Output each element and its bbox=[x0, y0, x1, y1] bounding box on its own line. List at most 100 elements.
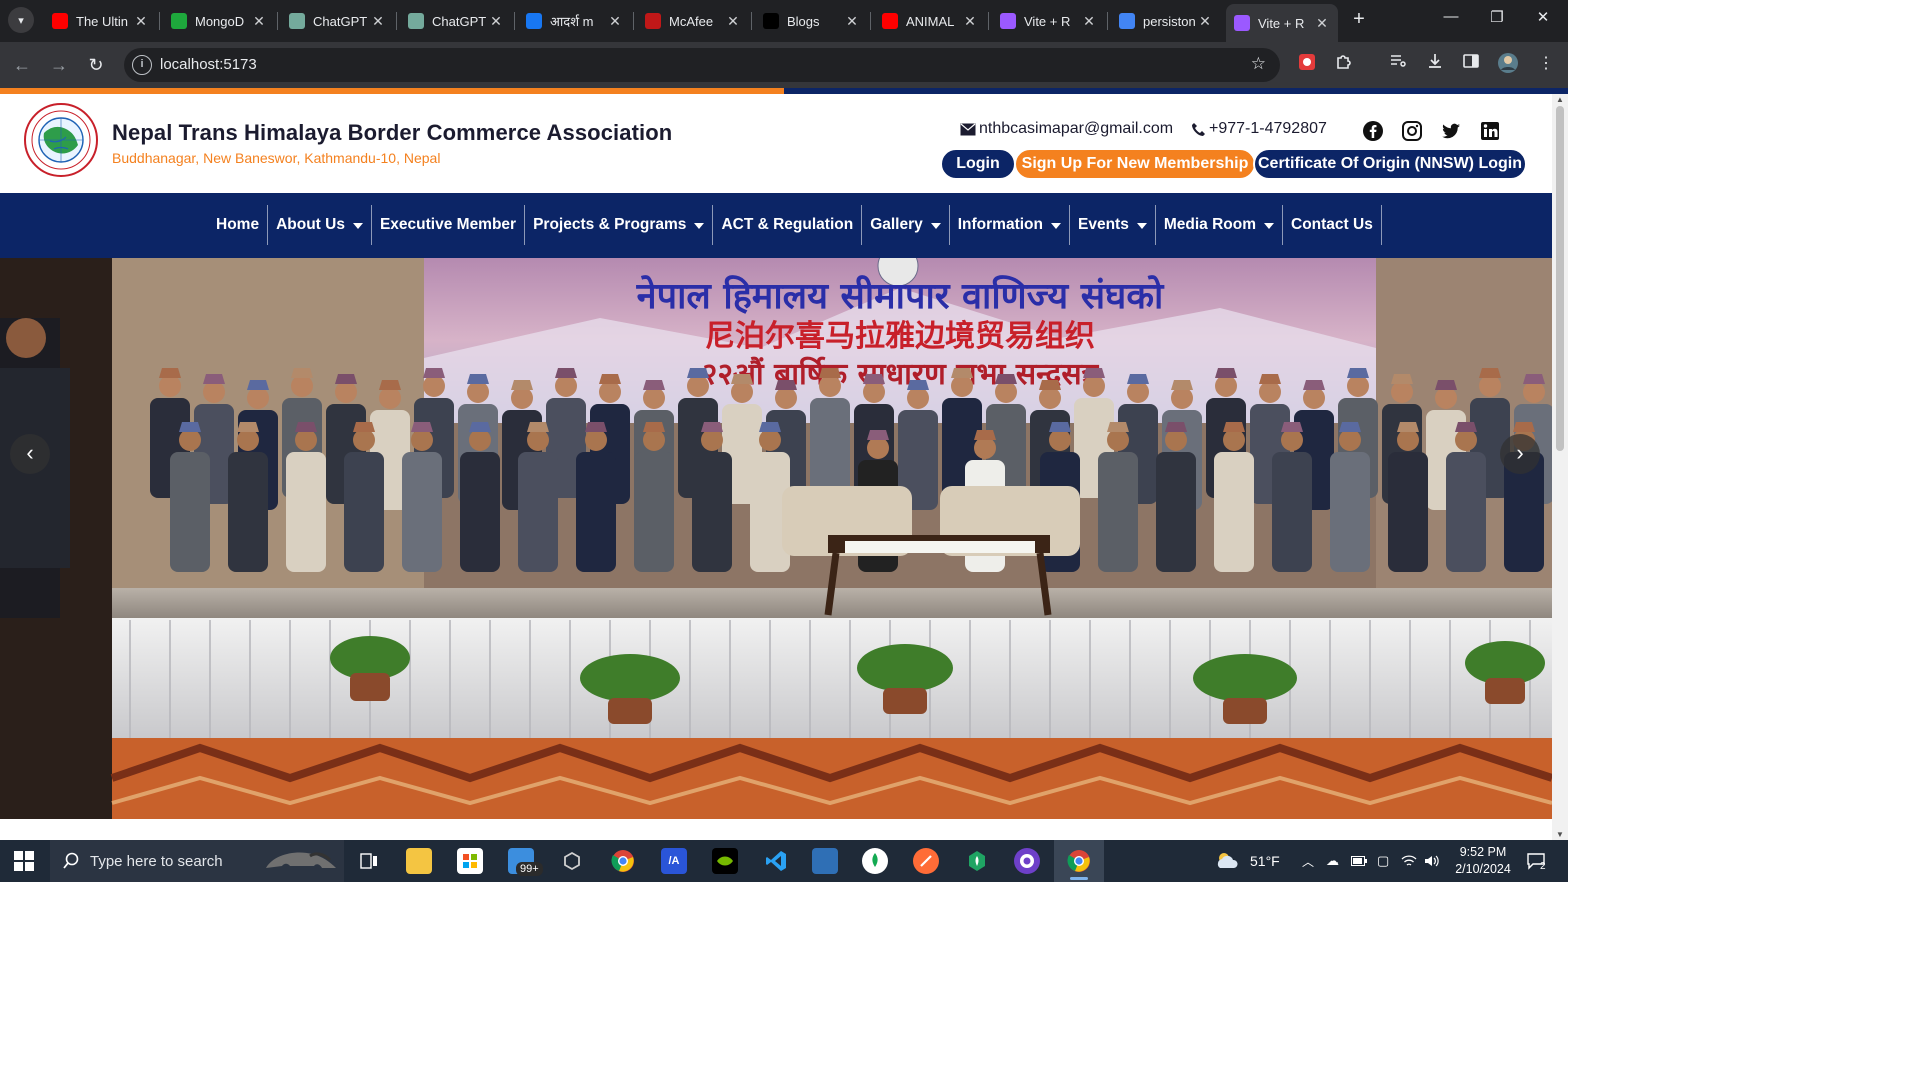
browser-tab[interactable]: आदर्श m ✕ bbox=[518, 6, 631, 36]
nav-item-contact-us[interactable]: Contact Us bbox=[1283, 205, 1382, 245]
unity-app-icon[interactable] bbox=[559, 848, 585, 874]
login-button[interactable]: Login bbox=[940, 148, 1016, 180]
new-tab-button[interactable]: + bbox=[1348, 9, 1370, 31]
carousel-prev-button[interactable]: ‹ bbox=[10, 434, 50, 474]
bookmark-star-icon[interactable]: ☆ bbox=[1251, 54, 1266, 74]
sql-server-icon[interactable] bbox=[812, 848, 838, 874]
carousel-next-button[interactable]: › bbox=[1500, 434, 1540, 474]
notifications-icon[interactable]: 2 bbox=[1526, 840, 1546, 882]
show-hidden-icons-chevron-icon[interactable]: ︿ bbox=[1302, 840, 1314, 882]
browser-tab[interactable]: ChatGPT ✕ bbox=[281, 6, 394, 36]
taskbar-search-box[interactable]: Type here to search bbox=[50, 840, 344, 882]
nav-item-executive-member[interactable]: Executive Member bbox=[372, 205, 526, 245]
facebook-icon[interactable] bbox=[1362, 120, 1384, 142]
close-tab-icon[interactable]: ✕ bbox=[725, 13, 741, 30]
browser-tab[interactable]: Blogs ✕ bbox=[755, 6, 868, 36]
email-text[interactable]: nthbcasimapar@gmail.com bbox=[979, 120, 1173, 138]
nav-item-label[interactable]: About Us bbox=[276, 216, 345, 234]
profile-avatar-icon[interactable] bbox=[1496, 52, 1520, 76]
close-tab-icon[interactable]: ✕ bbox=[1314, 15, 1330, 32]
tab-title[interactable]: McAfee bbox=[669, 14, 725, 29]
minimize-button[interactable]: — bbox=[1428, 8, 1474, 32]
browser-tab[interactable]: The Ultin ✕ bbox=[44, 6, 157, 36]
site-info-icon[interactable]: i bbox=[132, 55, 152, 75]
nav-item-gallery[interactable]: Gallery bbox=[862, 205, 950, 245]
close-tab-icon[interactable]: ✕ bbox=[962, 13, 978, 30]
nav-item-information[interactable]: Information bbox=[950, 205, 1070, 245]
tab-title[interactable]: persiston bbox=[1143, 14, 1197, 29]
back-button[interactable]: ← bbox=[8, 51, 36, 79]
caret-down-icon[interactable] bbox=[930, 223, 941, 229]
caret-down-icon[interactable] bbox=[1136, 223, 1147, 229]
media-controls-icon[interactable] bbox=[1386, 52, 1410, 76]
close-tab-icon[interactable]: ✕ bbox=[844, 13, 860, 30]
nav-item-label[interactable]: ACT & Regulation bbox=[721, 216, 853, 234]
nvidia-icon[interactable] bbox=[712, 848, 738, 874]
volume-icon[interactable] bbox=[1424, 840, 1440, 882]
tab-title[interactable]: ANIMAL bbox=[906, 14, 962, 29]
extensions-puzzle-icon[interactable] bbox=[1332, 52, 1356, 76]
nav-item-label[interactable]: Contact Us bbox=[1291, 216, 1373, 234]
mongodb-icon[interactable] bbox=[964, 848, 990, 874]
close-tab-icon[interactable]: ✕ bbox=[251, 13, 267, 30]
restore-button[interactable]: ❐ bbox=[1474, 8, 1520, 32]
tab-title[interactable]: Vite + R bbox=[1024, 14, 1081, 29]
forward-button[interactable]: → bbox=[45, 51, 73, 79]
browser-tab[interactable]: McAfee ✕ bbox=[637, 6, 749, 36]
close-tab-icon[interactable]: ✕ bbox=[370, 13, 386, 30]
azure-data-studio-icon[interactable]: /A bbox=[661, 848, 687, 874]
nav-item-label[interactable]: Media Room bbox=[1164, 216, 1256, 234]
windows-start-icon[interactable] bbox=[14, 851, 34, 871]
side-panel-icon[interactable] bbox=[1459, 52, 1483, 76]
tab-title[interactable]: MongoD bbox=[195, 14, 251, 29]
email-contact[interactable]: nthbcasimapar@gmail.com bbox=[960, 120, 1173, 138]
vscode-icon[interactable] bbox=[763, 848, 789, 874]
tab-title[interactable]: ChatGPT bbox=[432, 14, 488, 29]
close-tab-icon[interactable]: ✕ bbox=[1197, 13, 1213, 30]
chrome-icon[interactable] bbox=[610, 848, 636, 874]
browser-tab[interactable]: Vite + R ✕ bbox=[992, 6, 1105, 36]
weather-widget[interactable]: 51°F bbox=[1214, 840, 1280, 882]
browser-menu-icon[interactable]: ⋮ bbox=[1534, 52, 1558, 76]
mongodb-compass-icon[interactable] bbox=[862, 848, 888, 874]
tab-title[interactable]: Vite + R bbox=[1258, 16, 1314, 31]
reload-button[interactable]: ↻ bbox=[82, 51, 110, 79]
browser-tab[interactable]: ANIMAL ✕ bbox=[874, 6, 986, 36]
close-window-button[interactable]: ✕ bbox=[1520, 8, 1566, 32]
caret-down-icon[interactable] bbox=[694, 223, 705, 229]
search-placeholder[interactable]: Type here to search bbox=[90, 853, 223, 870]
caret-down-icon[interactable] bbox=[352, 223, 363, 229]
download-icon[interactable] bbox=[1423, 52, 1447, 76]
certificate-origin-login-button[interactable]: Certificate Of Origin (NNSW) Login bbox=[1253, 148, 1527, 180]
signup-membership-button[interactable]: Sign Up For New Membership bbox=[1014, 148, 1256, 180]
browser-tab[interactable]: ChatGPT ✕ bbox=[400, 6, 512, 36]
tab-title[interactable]: आदर्श m bbox=[550, 12, 607, 30]
phone-contact[interactable]: +977-1-4792807 bbox=[1191, 120, 1327, 138]
tab-title[interactable]: Blogs bbox=[787, 14, 844, 29]
browser-tab[interactable]: MongoD ✕ bbox=[163, 6, 275, 36]
microsoft-store-icon[interactable] bbox=[457, 848, 483, 874]
nav-item-label[interactable]: Gallery bbox=[870, 216, 923, 234]
file-explorer-icon[interactable] bbox=[406, 848, 432, 874]
github-desktop-icon[interactable] bbox=[1014, 848, 1040, 874]
nav-item-label[interactable]: Home bbox=[216, 216, 259, 234]
address-bar[interactable]: i localhost:5173 ☆ bbox=[124, 48, 1280, 82]
system-clock[interactable]: 9:52 PM 2/10/2024 bbox=[1448, 844, 1518, 878]
close-tab-icon[interactable]: ✕ bbox=[133, 13, 149, 30]
battery-icon[interactable] bbox=[1351, 840, 1367, 882]
tab-title[interactable]: ChatGPT bbox=[313, 14, 370, 29]
phone-text[interactable]: +977-1-4792807 bbox=[1209, 120, 1327, 138]
chrome-active-icon[interactable] bbox=[1066, 848, 1092, 880]
nav-item-events[interactable]: Events bbox=[1070, 205, 1156, 245]
instagram-icon[interactable] bbox=[1401, 120, 1423, 142]
nav-item-media-room[interactable]: Media Room bbox=[1156, 205, 1283, 245]
onedrive-cloud-icon[interactable]: ☁ bbox=[1326, 840, 1339, 882]
extension-red-icon[interactable] bbox=[1295, 52, 1319, 76]
caret-down-icon[interactable] bbox=[1051, 223, 1061, 229]
nav-item-about-us[interactable]: About Us bbox=[268, 205, 372, 245]
postman-icon[interactable] bbox=[913, 848, 939, 874]
scroll-up-arrow-icon[interactable]: ▲ bbox=[1555, 95, 1565, 104]
task-view-icon[interactable] bbox=[356, 848, 382, 874]
tab-title[interactable]: The Ultin bbox=[76, 14, 133, 29]
nav-item-act-regulation[interactable]: ACT & Regulation bbox=[713, 205, 863, 245]
